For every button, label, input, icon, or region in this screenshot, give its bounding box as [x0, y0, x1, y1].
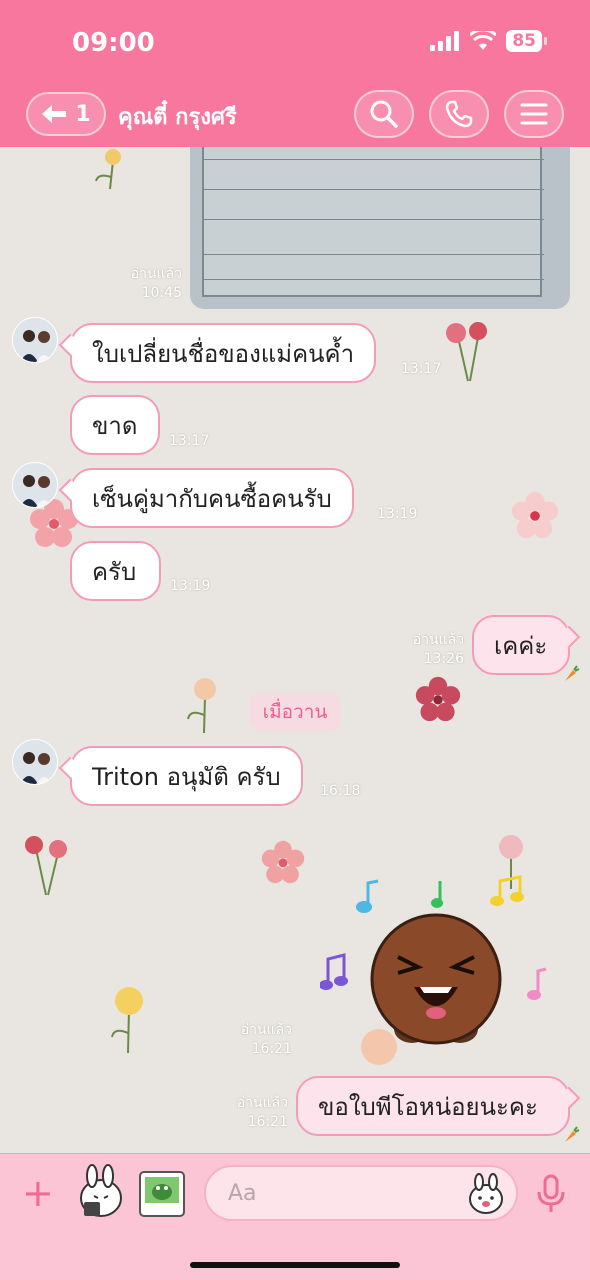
message-text: เคค่ะ [494, 631, 548, 660]
photo-message[interactable] [190, 147, 570, 309]
message-text: ครับ [92, 557, 137, 586]
incoming-message[interactable]: Triton อนุมัติ ครับ [70, 746, 303, 806]
contact-avatar[interactable] [12, 739, 58, 785]
avatar-photo-icon [13, 318, 57, 362]
flower-decoration-icon [415, 676, 461, 722]
sticker-picker-icon[interactable] [74, 1164, 128, 1220]
flower-decoration-icon [25, 836, 67, 896]
gallery-icon[interactable] [138, 1170, 186, 1218]
outgoing-message[interactable]: เคค่ะ [472, 615, 580, 681]
search-button[interactable] [354, 90, 414, 138]
menu-button[interactable] [504, 90, 564, 138]
message-input[interactable]: Aa [204, 1165, 518, 1221]
unread-count: 1 [75, 101, 91, 127]
call-button[interactable] [429, 90, 489, 138]
photo-read-status: อ่านแล้ว 10:45 [110, 265, 182, 303]
flower-decoration-icon [187, 678, 216, 734]
carrot-icon [565, 665, 580, 681]
message-text: ขอใบพีโอหน่อยนะคะ [318, 1092, 538, 1121]
incoming-message[interactable]: ใบเปลี่ยนชื่อของแม่คนค้ำ [70, 323, 377, 383]
message-time: 16:18 [320, 783, 361, 799]
back-button[interactable]: 1 [26, 92, 106, 136]
battery-indicator: 85 [506, 30, 547, 52]
plus-icon[interactable]: + [22, 1174, 54, 1212]
message-text: เซ็นคู่มากับคนซื้อคนรับ [92, 484, 332, 513]
input-placeholder: Aa [228, 1181, 257, 1206]
home-indicator[interactable] [190, 1262, 400, 1268]
date-divider: เมื่อวาน [249, 693, 341, 731]
message-text: ใบเปลี่ยนชื่อของแม่คนค้ำ [92, 339, 355, 368]
signal-icon [430, 31, 460, 51]
top-bar: 09:00 85 1 คุณตี๋ กรุงศรี [0, 0, 590, 147]
message-input-bar: + Aa [0, 1153, 590, 1280]
message-time: 13:19 [170, 578, 211, 594]
contact-avatar[interactable] [12, 317, 58, 363]
contact-avatar[interactable] [12, 462, 58, 508]
emoji-icon[interactable] [466, 1173, 506, 1215]
sticker-read-status: อ่านแล้ว 16:21 [220, 1021, 292, 1059]
read-label: อ่านแล้ว [130, 266, 182, 282]
outgoing-message[interactable]: ขอใบพีโอหน่อยนะคะ [296, 1076, 580, 1142]
message-time: 13:17 [401, 361, 442, 377]
read-label: อ่านแล้ว [240, 1022, 292, 1038]
incoming-message[interactable]: ขาด [70, 395, 160, 455]
sticker-message[interactable] [320, 875, 550, 1045]
read-label: อ่านแล้ว [236, 1095, 288, 1111]
avatar-photo-icon [13, 740, 57, 784]
phone-icon [445, 100, 473, 128]
message-text: Triton อนุมัติ ครับ [92, 762, 281, 791]
wifi-icon [470, 31, 497, 50]
message-time: 16:21 [247, 1114, 288, 1130]
carrot-icon [565, 1126, 580, 1142]
status-time: 09:00 [72, 28, 155, 58]
incoming-message[interactable]: เซ็นคู่มากับคนซื้อคนรับ [70, 468, 354, 528]
message-time: 10:45 [141, 285, 182, 301]
message-read-status: อ่านแล้ว 16:21 [216, 1094, 288, 1132]
bear-character-icon [370, 913, 502, 1045]
menu-icon [520, 103, 548, 125]
chat-title: คุณตี๋ กรุงศรี [118, 105, 237, 130]
document-photo [202, 147, 544, 297]
chat-area[interactable]: อ่านแล้ว 10:45 ใบเปลี่ยนชื่อของแม่คนค้ำ … [0, 147, 590, 1153]
back-arrow-icon [42, 105, 67, 123]
avatar-photo-icon [13, 463, 57, 507]
message-text: ขาด [92, 411, 138, 440]
microphone-icon[interactable] [536, 1174, 566, 1214]
message-read-status: อ่านแล้ว 13:26 [392, 631, 464, 669]
flower-decoration-icon [111, 987, 143, 1054]
search-icon [370, 100, 398, 128]
message-time: 13:17 [169, 433, 210, 449]
status-icons: 85 [430, 30, 547, 52]
flower-decoration-icon [446, 322, 487, 382]
message-time: 13:19 [377, 506, 418, 522]
flower-decoration-icon [95, 149, 121, 190]
flower-decoration-icon [261, 840, 305, 884]
incoming-message[interactable]: ครับ [70, 541, 161, 601]
read-label: อ่านแล้ว [412, 632, 464, 648]
message-time: 13:26 [423, 651, 464, 667]
flower-decoration-icon [511, 491, 559, 539]
message-time: 16:21 [251, 1041, 292, 1057]
